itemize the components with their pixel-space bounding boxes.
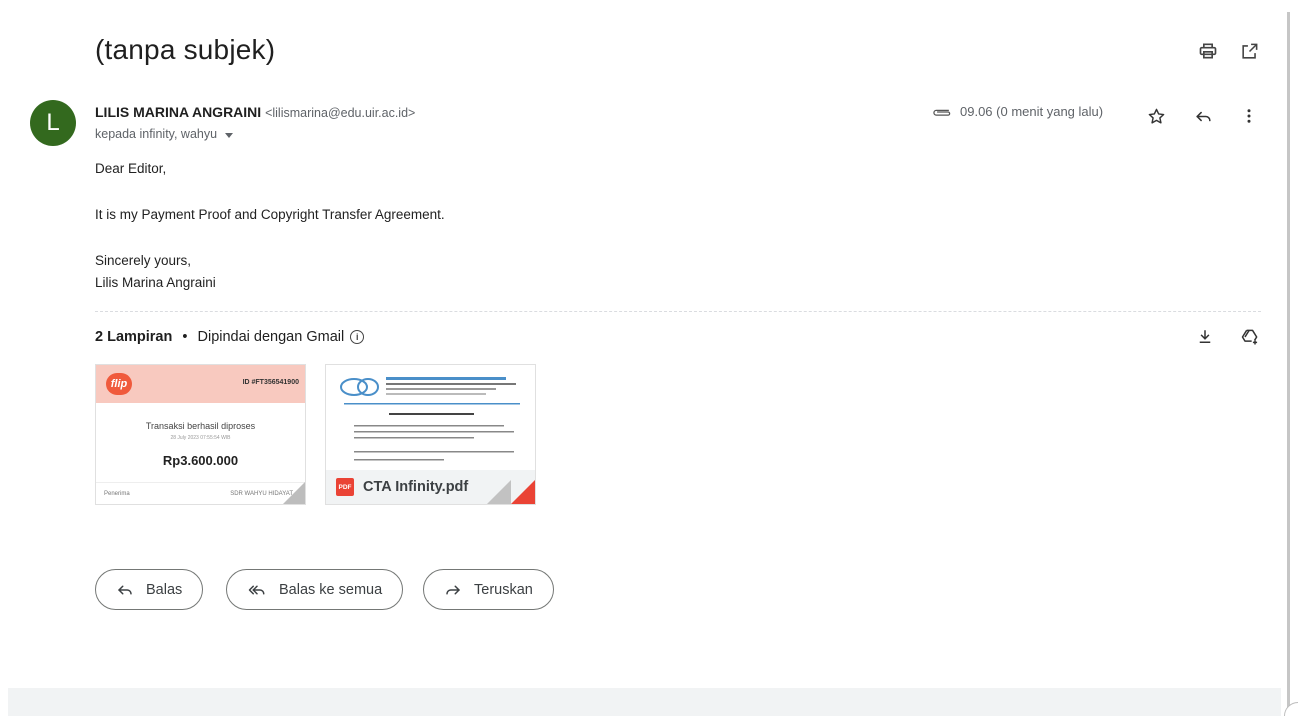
page-fold-shadow [487,480,511,504]
page-fold [283,482,305,504]
add-to-drive-icon [1241,329,1258,345]
more-options-button[interactable] [1236,103,1262,129]
reply-all-label: Balas ke semua [279,581,383,598]
receipt-recipient-label: Penerima [104,491,130,497]
body-closing: Sincerely yours, [95,253,192,268]
message-time: 09.06 (0 menit yang lalu) [960,104,1104,119]
chevron-down-icon [225,132,234,138]
forward-icon [446,585,460,594]
reply-icon [118,585,132,594]
reply-all-icon [248,585,265,594]
download-icon [1199,330,1211,343]
scan-status: Dipindai dengan Gmail [197,329,345,345]
receipt-amount: Rp3.600.000 [162,453,239,468]
open-in-new-icon [1241,43,1257,59]
receipt-date: 28 July 2023 07:55:54 WIB [170,435,231,441]
bullet-separator: • [178,329,192,345]
attachments-header: 2 Lampiran • Dipindai dengan Gmail i [95,329,365,345]
reply-all-button[interactable]: Balas ke semua [226,569,404,610]
open-in-new-window-button[interactable] [1236,38,1262,64]
reply-icon [1195,111,1211,121]
attachment-thumbnail-receipt[interactable]: flip ID #FT356541900 Transaksi berhasil … [95,364,306,505]
reply-label: Balas [146,581,183,598]
print-button[interactable] [1195,38,1221,64]
scrollbar[interactable] [1287,12,1290,716]
paperclip-icon [933,109,951,116]
star-button[interactable] [1143,103,1169,129]
avatar[interactable]: L [30,100,76,146]
attachment-count: 2 Lampiran [95,329,173,345]
body-paragraph: It is my Payment Proof and Copyright Tra… [95,207,445,222]
add-to-drive-button[interactable] [1237,324,1263,350]
page-fold [511,480,535,504]
recipients-text: kepada infinity, wahyu [95,127,218,141]
attachment-thumbnail-pdf[interactable]: PDF CTA Infinity.pdf [325,364,536,505]
body-signature: Lilis Marina Angraini [95,275,216,290]
sender-email: <lilismarina@edu.uir.ac.id> [265,106,416,120]
sender-name[interactable]: LILIS MARINA ANGRAINI [95,104,261,120]
attachments-divider [95,311,1261,312]
info-icon[interactable]: i [350,330,365,344]
forward-label: Teruskan [474,581,533,598]
receipt-status: Transaksi berhasil diproses [145,421,256,431]
print-icon [1199,43,1217,59]
pdf-file-icon: PDF [336,478,354,496]
pdf-filename: CTA Infinity.pdf [363,479,469,495]
pdf-preview-image [340,377,520,461]
forward-button[interactable]: Teruskan [423,569,554,610]
reply-button[interactable]: Balas [95,569,204,610]
receipt-id: ID #FT356541900 [242,379,299,386]
more-vert-icon [1247,109,1251,123]
flip-logo: flip [106,373,132,395]
body-greeting: Dear Editor, [95,161,167,176]
message-meta: 09.06 (0 menit yang lalu) [930,104,1103,119]
star-icon [1148,108,1164,124]
download-all-button[interactable] [1192,324,1218,350]
sender-line: LILIS MARINA ANGRAINI <lilismarina@edu.u… [95,104,415,120]
email-subject: (tanpa subjek) [95,34,276,65]
recipients-toggle[interactable]: kepada infinity, wahyu [95,127,234,141]
reply-icon-button[interactable] [1190,103,1216,129]
bottom-strip [8,688,1281,716]
receipt-footer: Penerima SDR WAHYU HIDAYAT [96,482,305,504]
